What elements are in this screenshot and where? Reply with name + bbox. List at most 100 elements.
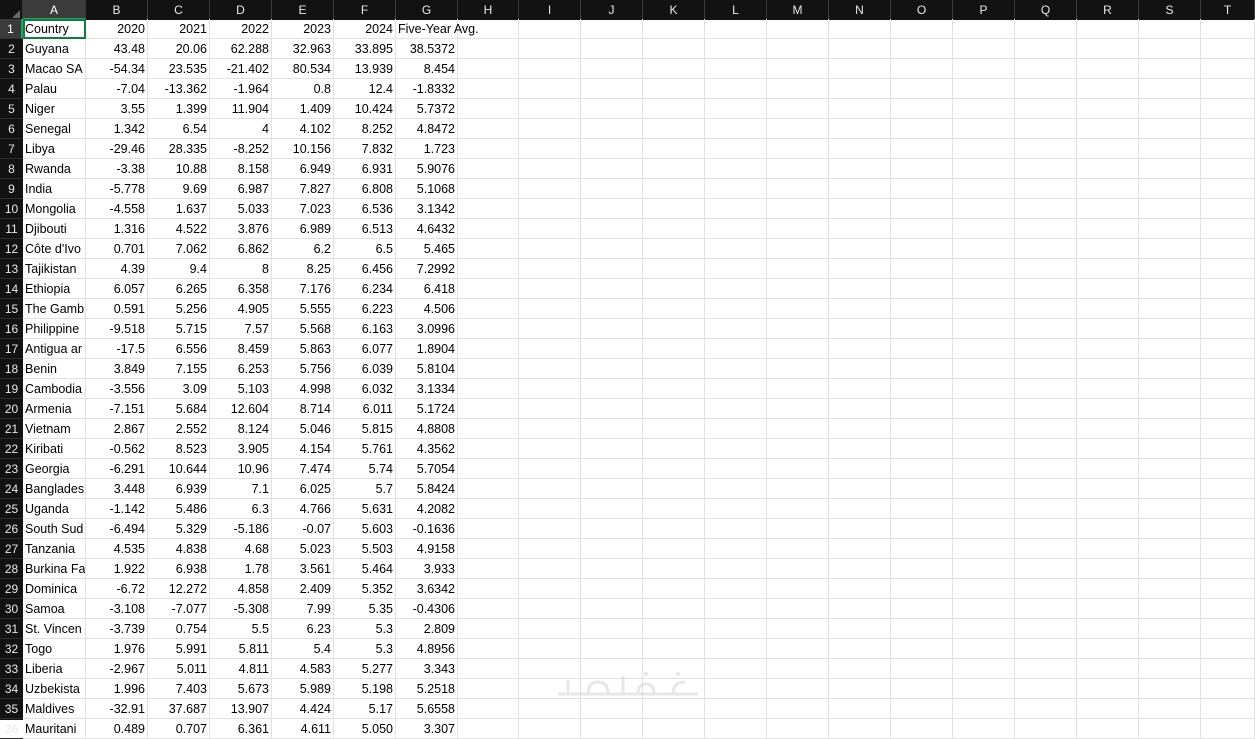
cell-j6[interactable] [581,119,643,139]
cell-o18[interactable] [891,359,953,379]
cell-f1[interactable]: 2024 [334,19,396,39]
cell-n19[interactable] [829,379,891,399]
cell-f14[interactable]: 6.234 [334,279,396,299]
cell-p35[interactable] [953,699,1015,719]
cell-l11[interactable] [705,219,767,239]
cell-g12[interactable]: 5.465 [396,239,458,259]
cell-s34[interactable] [1139,679,1201,699]
cell-g7[interactable]: 1.723 [396,139,458,159]
cell-b4[interactable]: -7.04 [86,79,148,99]
cell-c22[interactable]: 8.523 [148,439,210,459]
cell-e13[interactable]: 8.25 [272,259,334,279]
cell-q13[interactable] [1015,259,1077,279]
cell-a5[interactable]: Niger [23,99,86,119]
cell-b15[interactable]: 0.591 [86,299,148,319]
cell-n7[interactable] [829,139,891,159]
cell-t5[interactable] [1201,99,1255,119]
cell-k19[interactable] [643,379,705,399]
cell-a23[interactable]: Georgia [23,459,86,479]
cell-a1[interactable]: Country [23,19,86,39]
row-header-13[interactable]: 13 [0,259,23,279]
cell-s2[interactable] [1139,39,1201,59]
cell-r1[interactable] [1077,19,1139,39]
cell-l20[interactable] [705,399,767,419]
cell-o22[interactable] [891,439,953,459]
cell-q8[interactable] [1015,159,1077,179]
cell-r19[interactable] [1077,379,1139,399]
cell-t25[interactable] [1201,499,1255,519]
cell-f30[interactable]: 5.35 [334,599,396,619]
cell-k10[interactable] [643,199,705,219]
cell-f21[interactable]: 5.815 [334,419,396,439]
cell-f19[interactable]: 6.032 [334,379,396,399]
cell-d21[interactable]: 8.124 [210,419,272,439]
cell-j15[interactable] [581,299,643,319]
cell-o17[interactable] [891,339,953,359]
cell-k28[interactable] [643,559,705,579]
cell-a6[interactable]: Senegal [23,119,86,139]
cell-n2[interactable] [829,39,891,59]
cell-n8[interactable] [829,159,891,179]
column-header-o[interactable]: O [891,0,953,20]
cell-q33[interactable] [1015,659,1077,679]
cell-h15[interactable] [458,299,519,319]
cell-a10[interactable]: Mongolia [23,199,86,219]
cell-q22[interactable] [1015,439,1077,459]
cell-h11[interactable] [458,219,519,239]
column-header-m[interactable]: M [767,0,829,20]
cell-m23[interactable] [767,459,829,479]
cell-a16[interactable]: Philippine [23,319,86,339]
cell-i20[interactable] [519,399,581,419]
cell-b33[interactable]: -2.967 [86,659,148,679]
cell-p20[interactable] [953,399,1015,419]
cell-i27[interactable] [519,539,581,559]
row-header-11[interactable]: 11 [0,219,23,239]
cell-c27[interactable]: 4.838 [148,539,210,559]
cell-c8[interactable]: 10.88 [148,159,210,179]
cell-d20[interactable]: 12.604 [210,399,272,419]
cell-o9[interactable] [891,179,953,199]
cell-o29[interactable] [891,579,953,599]
cell-h34[interactable] [458,679,519,699]
cell-k13[interactable] [643,259,705,279]
cell-o30[interactable] [891,599,953,619]
cell-a12[interactable]: Côte d'Ivo [23,239,86,259]
column-header-j[interactable]: J [581,0,643,20]
cell-n30[interactable] [829,599,891,619]
cell-k32[interactable] [643,639,705,659]
cell-g20[interactable]: 5.1724 [396,399,458,419]
column-header-h[interactable]: H [458,0,519,20]
cell-s27[interactable] [1139,539,1201,559]
row-header-2[interactable]: 2 [0,39,23,59]
cell-p15[interactable] [953,299,1015,319]
cell-a7[interactable]: Libya [23,139,86,159]
cell-k18[interactable] [643,359,705,379]
cell-i4[interactable] [519,79,581,99]
cell-i23[interactable] [519,459,581,479]
cell-t32[interactable] [1201,639,1255,659]
cell-n3[interactable] [829,59,891,79]
cell-k8[interactable] [643,159,705,179]
cell-r16[interactable] [1077,319,1139,339]
cell-k15[interactable] [643,299,705,319]
cell-s16[interactable] [1139,319,1201,339]
cell-e29[interactable]: 2.409 [272,579,334,599]
cell-b30[interactable]: -3.108 [86,599,148,619]
cell-q27[interactable] [1015,539,1077,559]
cell-q3[interactable] [1015,59,1077,79]
cell-f10[interactable]: 6.536 [334,199,396,219]
cell-q4[interactable] [1015,79,1077,99]
cell-j7[interactable] [581,139,643,159]
cell-f24[interactable]: 5.7 [334,479,396,499]
cell-n15[interactable] [829,299,891,319]
cell-d2[interactable]: 62.288 [210,39,272,59]
cell-g29[interactable]: 3.6342 [396,579,458,599]
cell-c36[interactable]: 0.707 [148,719,210,739]
cell-t21[interactable] [1201,419,1255,439]
cell-b16[interactable]: -9.518 [86,319,148,339]
cell-p8[interactable] [953,159,1015,179]
cell-b1[interactable]: 2020 [86,19,148,39]
cell-h35[interactable] [458,699,519,719]
cell-t9[interactable] [1201,179,1255,199]
cell-t18[interactable] [1201,359,1255,379]
